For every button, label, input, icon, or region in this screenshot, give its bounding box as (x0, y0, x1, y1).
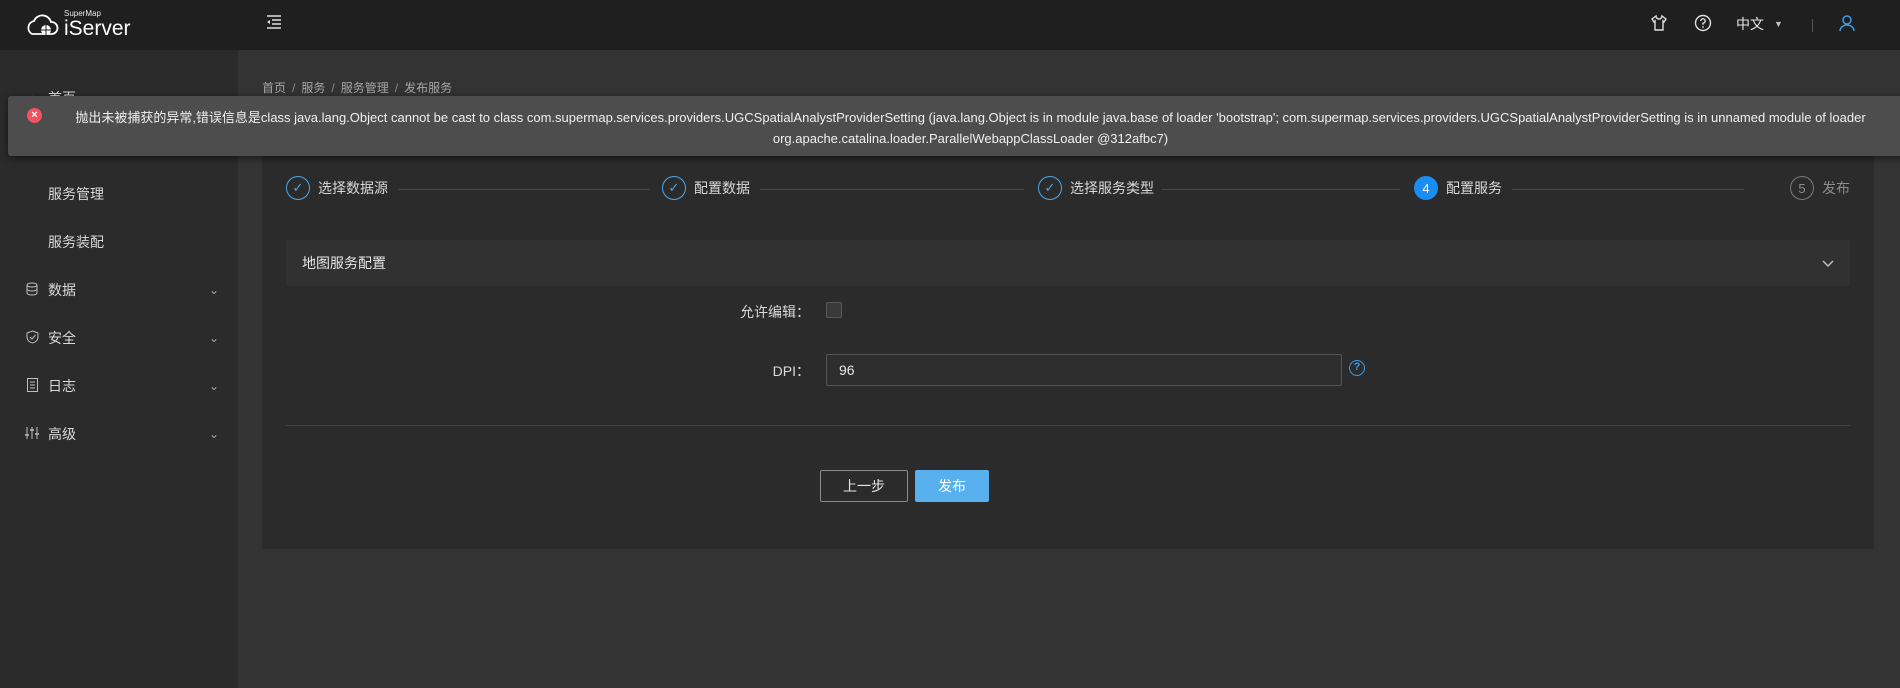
step-connector (398, 189, 650, 190)
language-label: 中文 (1736, 16, 1764, 32)
breadcrumb-service-management[interactable]: 服务管理 (341, 81, 389, 95)
step-label: 配置数据 (694, 180, 750, 196)
dpi-input[interactable]: 96 (826, 354, 1342, 386)
file-text-icon (24, 377, 40, 395)
sidebar-item-logs[interactable]: 日志 ⌄ (0, 366, 238, 406)
step-number: 4 (1414, 176, 1438, 200)
step-connector (1162, 189, 1400, 190)
publish-button[interactable]: 发布 (915, 470, 989, 502)
step-connector (760, 189, 1024, 190)
user-icon[interactable] (1838, 14, 1856, 37)
allow-edit-label: 允许编辑： (740, 304, 810, 320)
logo[interactable]: SuperMap iServer (24, 10, 131, 39)
map-service-config-collapse[interactable]: 地图服务配置 (286, 240, 1850, 286)
sidebar-item-advanced[interactable]: 高级 ⌄ (0, 414, 238, 454)
sliders-icon (24, 426, 40, 443)
question-circle-icon[interactable]: ? (1349, 360, 1365, 376)
step-select-service-type: ✓ 选择服务类型 (1038, 176, 1154, 200)
language-select[interactable]: 中文 ▼ (1736, 14, 1783, 34)
database-icon (24, 282, 40, 299)
error-message-text: 抛出未被捕获的异常,错误信息是class java.lang.Object ca… (75, 110, 1866, 146)
skin-icon[interactable] (1650, 14, 1668, 37)
step-number: 5 (1790, 176, 1814, 200)
sidebar-item-label: 安全 (48, 330, 76, 346)
check-icon: ✓ (286, 176, 310, 200)
chevron-down-icon: ⌄ (209, 331, 220, 345)
caret-down-icon: ▼ (1774, 19, 1783, 29)
check-icon: ✓ (1038, 176, 1062, 200)
form-divider (286, 425, 1850, 426)
step-label: 选择服务类型 (1070, 180, 1154, 196)
breadcrumb-publish-service: 发布服务 (404, 81, 453, 95)
sidebar-item-label: 数据 (48, 282, 76, 298)
chevron-down-icon (1822, 256, 1834, 271)
publish-panel (262, 141, 1874, 549)
menu-fold-icon[interactable] (266, 13, 282, 34)
step-label: 选择数据源 (318, 180, 388, 196)
header-divider (1812, 19, 1813, 32)
help-icon[interactable] (1694, 14, 1712, 37)
step-configure-data: ✓ 配置数据 (662, 176, 750, 200)
logo-main-text: iServer (64, 17, 131, 40)
section-title: 地图服务配置 (302, 255, 386, 271)
cloud-logo-icon (27, 14, 59, 35)
breadcrumb-home[interactable]: 首页 (262, 81, 286, 95)
step-select-datasource: ✓ 选择数据源 (286, 176, 388, 200)
sidebar-item-label: 日志 (48, 378, 76, 394)
shield-icon (24, 329, 40, 347)
step-label: 配置服务 (1446, 180, 1502, 196)
dpi-label: DPI： (772, 363, 810, 379)
top-header: SuperMap iServer 中文 ▼ (0, 0, 1900, 50)
sidebar-item-label: 服务装配 (48, 234, 104, 250)
step-connector (1512, 189, 1744, 190)
sidebar-item-data[interactable]: 数据 ⌄ (0, 270, 238, 310)
sidebar-item-service-assembly[interactable]: 服务装配 (0, 222, 238, 262)
sidebar-item-label: 高级 (48, 426, 76, 442)
sidebar-item-security[interactable]: 安全 ⌄ (0, 318, 238, 358)
previous-step-button[interactable]: 上一步 (820, 470, 908, 502)
close-circle-icon: × (27, 108, 42, 123)
sidebar-item-label: 服务管理 (48, 186, 104, 202)
sidebar-item-service-management[interactable]: 服务管理 (0, 174, 238, 214)
error-message-banner: × 抛出未被捕获的异常,错误信息是class java.lang.Object … (8, 96, 1900, 156)
chevron-down-icon: ⌄ (209, 427, 220, 441)
breadcrumb: 首页 / 服务 / 服务管理 / 发布服务 (262, 81, 453, 95)
step-label: 发布 (1822, 180, 1850, 196)
step-publish: 5 发布 (1790, 176, 1850, 200)
check-icon: ✓ (662, 176, 686, 200)
chevron-down-icon: ⌄ (209, 283, 220, 297)
allow-edit-checkbox[interactable] (826, 302, 842, 318)
chevron-down-icon: ⌄ (209, 379, 220, 393)
breadcrumb-services[interactable]: 服务 (301, 81, 325, 95)
step-configure-service: 4 配置服务 (1414, 176, 1502, 200)
